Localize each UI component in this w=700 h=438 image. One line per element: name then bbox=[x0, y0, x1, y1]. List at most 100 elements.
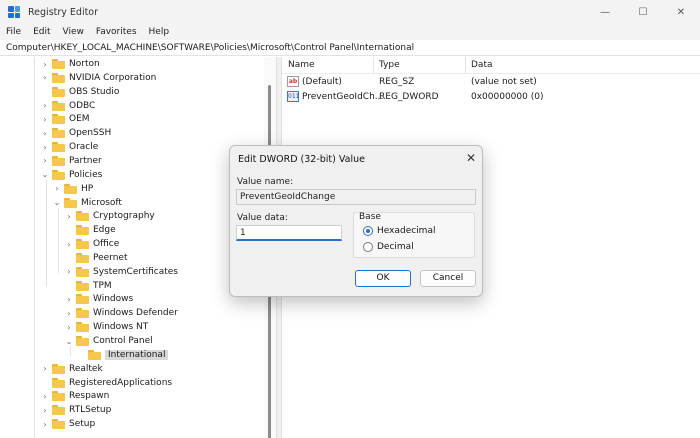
chevron-right-icon[interactable]: › bbox=[40, 392, 50, 401]
folder-icon bbox=[88, 349, 101, 360]
tree-item-norton[interactable]: › Norton bbox=[40, 57, 100, 71]
chevron-right-icon[interactable]: › bbox=[40, 406, 50, 415]
chevron-right-icon[interactable]: › bbox=[40, 156, 50, 165]
tree-item-label: RegisteredApplications bbox=[69, 377, 173, 388]
folder-icon bbox=[52, 72, 65, 83]
menu-help[interactable]: Help bbox=[149, 27, 170, 37]
value-row-preventgeoidchange[interactable]: 011 PreventGeoIdCh... REG_DWORD 0x000000… bbox=[282, 90, 700, 105]
tree-item-label: TPM bbox=[93, 280, 112, 291]
chevron-right-icon[interactable]: › bbox=[64, 240, 74, 249]
chevron-down-icon[interactable]: ⌄ bbox=[64, 337, 74, 346]
address-bar[interactable]: Computer\HKEY_LOCAL_MACHINE\SOFTWARE\Pol… bbox=[0, 40, 700, 56]
tree-item-label: Edge bbox=[93, 225, 116, 236]
chevron-right-icon[interactable]: › bbox=[40, 73, 50, 82]
tree-item-windows-defender[interactable]: › Windows Defender bbox=[64, 306, 178, 320]
tree-guide-line bbox=[58, 207, 59, 273]
tree-item-label: Partner bbox=[69, 155, 102, 166]
hexadecimal-option[interactable]: Hexadecimal bbox=[363, 226, 435, 236]
tree-item-control-panel[interactable]: ⌄ Control Panel bbox=[64, 334, 153, 348]
tree-item-registeredapplications[interactable]: RegisteredApplications bbox=[40, 376, 172, 390]
tree-item-peernet[interactable]: Peernet bbox=[64, 251, 128, 265]
tree-item-windows-nt[interactable]: › Windows NT bbox=[64, 320, 148, 334]
value-data: (value not set) bbox=[471, 77, 537, 87]
tree-item-label: Windows bbox=[93, 294, 134, 305]
value-name: (Default) bbox=[302, 77, 342, 87]
decimal-radio[interactable] bbox=[363, 242, 373, 252]
menu-bar: File Edit View Favorites Help bbox=[0, 24, 700, 40]
folder-icon bbox=[52, 128, 65, 139]
tree-item-office[interactable]: › Office bbox=[64, 237, 119, 251]
tree-item-partner[interactable]: › Partner bbox=[40, 154, 102, 168]
chevron-right-icon[interactable]: › bbox=[40, 60, 50, 69]
tree-item-tpm[interactable]: TPM bbox=[64, 279, 112, 293]
chevron-right-icon[interactable]: › bbox=[40, 364, 50, 373]
tree-item-setup[interactable]: › Setup bbox=[40, 417, 95, 431]
chevron-right-icon[interactable]: › bbox=[64, 323, 74, 332]
tree-item-international[interactable]: International bbox=[76, 348, 169, 362]
tree-item-label: OpenSSH bbox=[69, 128, 112, 139]
folder-icon bbox=[52, 405, 65, 416]
value-name-field[interactable] bbox=[236, 189, 476, 205]
menu-file[interactable]: File bbox=[6, 27, 21, 37]
tree-item-odbc[interactable]: › ODBC bbox=[40, 99, 95, 113]
dialog-close-icon[interactable]: ✕ bbox=[464, 151, 478, 165]
folder-icon bbox=[76, 308, 89, 319]
hexadecimal-radio[interactable] bbox=[363, 226, 373, 236]
menu-view[interactable]: View bbox=[63, 27, 84, 37]
chevron-right-icon[interactable]: › bbox=[40, 420, 50, 429]
tree-item-systemcertificates[interactable]: › SystemCertificates bbox=[64, 265, 178, 279]
chevron-right-icon[interactable]: › bbox=[40, 143, 50, 152]
chevron-right-icon[interactable]: › bbox=[64, 295, 74, 304]
hexadecimal-label: Hexadecimal bbox=[377, 226, 436, 236]
value-name-label: Value name: bbox=[237, 177, 294, 187]
column-type-header[interactable]: Type bbox=[379, 60, 400, 70]
chevron-right-icon[interactable]: › bbox=[52, 184, 62, 193]
folder-icon bbox=[64, 183, 77, 194]
chevron-down-icon[interactable]: ⌄ bbox=[52, 198, 62, 207]
tree-item-respawn[interactable]: › Respawn bbox=[40, 389, 109, 403]
maximize-button[interactable]: ☐ bbox=[624, 0, 662, 24]
tree-item-oracle[interactable]: › Oracle bbox=[40, 140, 98, 154]
decimal-label: Decimal bbox=[377, 242, 414, 252]
close-button[interactable]: ✕ bbox=[662, 0, 700, 24]
value-data-field[interactable] bbox=[236, 225, 342, 241]
decimal-option[interactable]: Decimal bbox=[363, 242, 414, 252]
tree-item-label: Windows NT bbox=[93, 322, 149, 333]
tree-item-microsoft[interactable]: ⌄ Microsoft bbox=[52, 196, 122, 210]
folder-icon bbox=[76, 211, 89, 222]
tree-item-nvidia-corporation[interactable]: › NVIDIA Corporation bbox=[40, 71, 156, 85]
chevron-right-icon[interactable]: › bbox=[40, 115, 50, 124]
tree-item-openssh[interactable]: › OpenSSH bbox=[40, 126, 111, 140]
column-name-header[interactable]: Name bbox=[288, 60, 315, 70]
column-separator bbox=[373, 57, 374, 74]
ok-button[interactable]: OK bbox=[355, 270, 411, 287]
tree-item-label: ODBC bbox=[69, 100, 96, 111]
chevron-right-icon[interactable]: › bbox=[64, 212, 74, 221]
folder-icon bbox=[76, 266, 89, 277]
menu-edit[interactable]: Edit bbox=[33, 27, 50, 37]
tree-item-label: SystemCertificates bbox=[93, 266, 178, 277]
tree-item-rtlsetup[interactable]: › RTLSetup bbox=[40, 403, 111, 417]
chevron-down-icon[interactable]: ⌄ bbox=[40, 170, 50, 179]
tree-item-hp[interactable]: › HP bbox=[52, 182, 93, 196]
tree-item-realtek[interactable]: › Realtek bbox=[40, 362, 103, 376]
minimize-button[interactable]: — bbox=[586, 0, 624, 24]
tree-item-label: Policies bbox=[69, 169, 103, 180]
chevron-right-icon[interactable]: › bbox=[40, 101, 50, 110]
chevron-right-icon[interactable]: › bbox=[64, 267, 74, 276]
value-row-default[interactable]: ab (Default) REG_SZ (value not set) bbox=[282, 75, 700, 90]
folder-icon bbox=[76, 322, 89, 333]
tree-item-obs-studio[interactable]: OBS Studio bbox=[40, 85, 119, 99]
tree-item-windows[interactable]: › Windows bbox=[64, 292, 133, 306]
tree-item-cryptography[interactable]: › Cryptography bbox=[64, 209, 155, 223]
chevron-right-icon[interactable]: › bbox=[64, 309, 74, 318]
tree-item-label: HP bbox=[81, 183, 94, 194]
tree-item-oem[interactable]: › OEM bbox=[40, 112, 90, 126]
column-data-header[interactable]: Data bbox=[471, 60, 493, 70]
chevron-right-icon[interactable]: › bbox=[40, 129, 50, 138]
tree-item-edge[interactable]: Edge bbox=[64, 223, 116, 237]
tree-item-policies[interactable]: ⌄ Policies bbox=[40, 168, 102, 182]
tree-item-label: OEM bbox=[69, 114, 90, 125]
cancel-button[interactable]: Cancel bbox=[420, 270, 476, 287]
menu-favorites[interactable]: Favorites bbox=[96, 27, 137, 37]
